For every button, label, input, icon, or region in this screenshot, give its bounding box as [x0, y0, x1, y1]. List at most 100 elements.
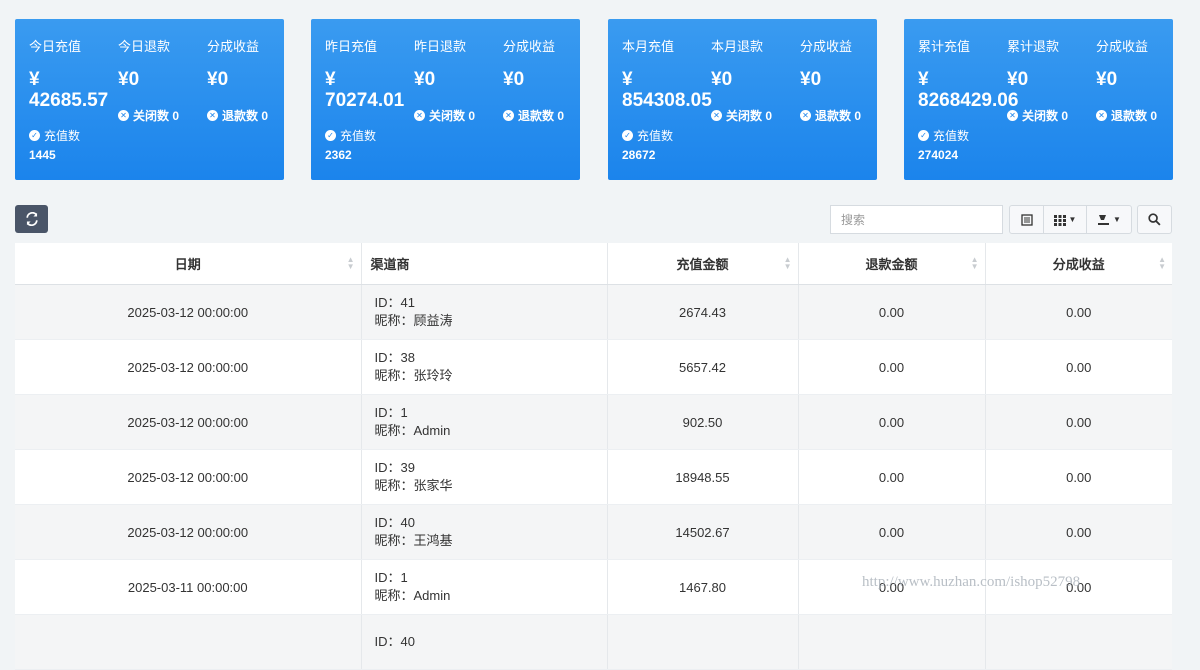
table-row[interactable]: 2025-03-12 00:00:00 ID：40 昵称：王鸿基 14502.67…: [15, 504, 1172, 560]
cell-share: 0.00: [985, 504, 1172, 560]
share-label: 分成收益: [503, 39, 556, 54]
refund-count: ✕ 退款数 0: [207, 107, 268, 124]
recharge-count: 1445: [29, 148, 56, 162]
recharge-amount: ¥42685.57: [29, 69, 108, 111]
th-channel: 渠道商: [361, 243, 608, 285]
close-circle-icon: ✕: [207, 110, 218, 121]
currency-symbol: ¥: [918, 69, 929, 90]
stat-card: 本月充值 本月退款 分成收益 ¥854308.05 ¥0 ¥0 ✕ 关闭数 0 ✕…: [608, 19, 877, 180]
recharge-value: 8268429.06: [918, 90, 1019, 111]
toggle-view-button[interactable]: [1010, 206, 1044, 233]
refund-count-label: 退款数 0: [222, 109, 269, 123]
th-date[interactable]: 日期 ▲ ▼: [15, 243, 362, 285]
table-header-row: 日期 ▲ ▼ 渠道商 充值金额 ▲ ▼ 退款金额 ▲ ▼ 分成收益 ▲ ▼: [15, 243, 1172, 285]
recharge-amount: ¥8268429.06: [918, 69, 1018, 111]
closed-count: ✕ 关闭数 0: [414, 107, 475, 124]
channel-id: ID：39: [374, 460, 415, 475]
close-circle-icon: ✕: [118, 110, 129, 121]
th-share[interactable]: 分成收益 ▲ ▼: [985, 243, 1172, 285]
channel-id: ID：38: [374, 350, 415, 365]
cell-refund: 0.00: [798, 284, 986, 340]
th-recharge[interactable]: 充值金额 ▲ ▼: [607, 243, 799, 285]
refund-count-label: 退款数 0: [1111, 109, 1158, 123]
cell-channel: ID：39 昵称：张家华: [361, 449, 608, 505]
recharge-value: 854308.05: [622, 90, 712, 111]
th-refund-label: 退款金额: [865, 257, 918, 272]
cell-date: [15, 614, 362, 670]
check-circle-icon: ✓: [622, 130, 633, 141]
export-icon: [1098, 214, 1110, 225]
table-row[interactable]: 2025-03-12 00:00:00 ID：39 昵称：张家华 18948.55…: [15, 449, 1172, 505]
recharge-count-label: ✓ 充值数: [918, 127, 969, 144]
cell-recharge: 2674.43: [607, 284, 799, 340]
channel-nick: 昵称：张家华: [374, 478, 453, 493]
closed-count-label: 关闭数 0: [429, 109, 476, 123]
th-refund[interactable]: 退款金额 ▲ ▼: [798, 243, 986, 285]
refresh-button[interactable]: [15, 205, 48, 233]
search-icon: [1148, 213, 1161, 226]
cell-recharge: 1467.80: [607, 559, 799, 615]
cell-recharge: 5657.42: [607, 339, 799, 395]
recharge-count-label: ✓ 充值数: [29, 127, 80, 144]
recharge-label: 累计充值: [918, 39, 971, 54]
columns-icon: [1053, 214, 1066, 226]
close-circle-icon: ✕: [711, 110, 722, 121]
cell-refund: [798, 614, 986, 670]
channel-id: ID：1: [374, 570, 408, 585]
cell-channel: ID：40: [361, 614, 608, 670]
channel-id: ID：41: [374, 295, 415, 310]
table-row[interactable]: 2025-03-12 00:00:00 ID：38 昵称：张玲玲 5657.42 …: [15, 339, 1172, 395]
cell-recharge: 14502.67: [607, 504, 799, 560]
table-row[interactable]: 2025-03-12 00:00:00 ID：1 昵称：Admin 902.50 …: [15, 394, 1172, 450]
refund-label: 今日退款: [118, 39, 171, 54]
check-circle-icon: ✓: [918, 130, 929, 141]
recharge-amount: ¥854308.05: [622, 69, 712, 111]
cell-date: 2025-03-12 00:00:00: [15, 284, 362, 340]
sort-icon: ▲ ▼: [346, 255, 355, 271]
channel-id: ID：40: [374, 515, 415, 530]
share-label: 分成收益: [1096, 39, 1149, 54]
cell-channel: ID：1 昵称：Admin: [361, 559, 608, 615]
caret-down-icon: ▼: [1068, 215, 1077, 224]
close-circle-icon: ✕: [1096, 110, 1107, 121]
recharge-count: 274024: [918, 148, 959, 162]
caret-down-icon: ▼: [1113, 215, 1121, 224]
refund-count: ✕ 退款数 0: [503, 107, 564, 124]
recharge-value: 42685.57: [29, 90, 109, 111]
table-row[interactable]: ID：40: [15, 614, 1172, 670]
cell-refund: 0.00: [798, 449, 986, 505]
recharge-count: 2362: [325, 148, 352, 162]
closed-count: ✕ 关闭数 0: [1007, 107, 1068, 124]
search-button[interactable]: [1137, 205, 1172, 234]
close-circle-icon: ✕: [800, 110, 811, 121]
columns-dropdown-button[interactable]: ▼: [1044, 206, 1087, 233]
channel-nick: 昵称：顾益涛: [374, 313, 453, 328]
stat-card: 今日充值 今日退款 分成收益 ¥42685.57 ¥0 ¥0 ✕ 关闭数 0 ✕ 退…: [15, 19, 284, 180]
export-dropdown-button[interactable]: ▼: [1087, 206, 1131, 233]
cell-channel: ID：41 昵称：顾益涛: [361, 284, 608, 340]
share-label: 分成收益: [207, 39, 260, 54]
cell-share: [985, 614, 1172, 670]
recharge-amount: ¥70274.01: [325, 69, 404, 111]
search-input[interactable]: [830, 205, 1003, 234]
recharge-count: 28672: [622, 148, 656, 162]
refund-count-label: 退款数 0: [815, 109, 862, 123]
closed-count-label: 关闭数 0: [133, 109, 180, 123]
cell-channel: ID：1 昵称：Admin: [361, 394, 608, 450]
refund-count: ✕ 退款数 0: [1096, 107, 1157, 124]
currency-symbol: ¥: [325, 69, 336, 90]
cell-refund: 0.00: [798, 394, 986, 450]
cell-share: 0.00: [985, 449, 1172, 505]
channel-id: ID：1: [374, 405, 408, 420]
close-circle-icon: ✕: [414, 110, 425, 121]
table-row[interactable]: 2025-03-12 00:00:00 ID：41 昵称：顾益涛 2674.43 …: [15, 284, 1172, 340]
cell-recharge: 902.50: [607, 394, 799, 450]
refund-amount: ¥0: [711, 69, 733, 90]
closed-count: ✕ 关闭数 0: [118, 107, 179, 124]
channel-nick: 昵称：Admin: [374, 423, 451, 438]
closed-count: ✕ 关闭数 0: [711, 107, 772, 124]
refund-amount: ¥0: [1007, 69, 1029, 90]
stat-card: 昨日充值 昨日退款 分成收益 ¥70274.01 ¥0 ¥0 ✕ 关闭数 0 ✕ 退…: [311, 19, 580, 180]
share-amount: ¥0: [1096, 69, 1118, 90]
cell-recharge: 18948.55: [607, 449, 799, 505]
